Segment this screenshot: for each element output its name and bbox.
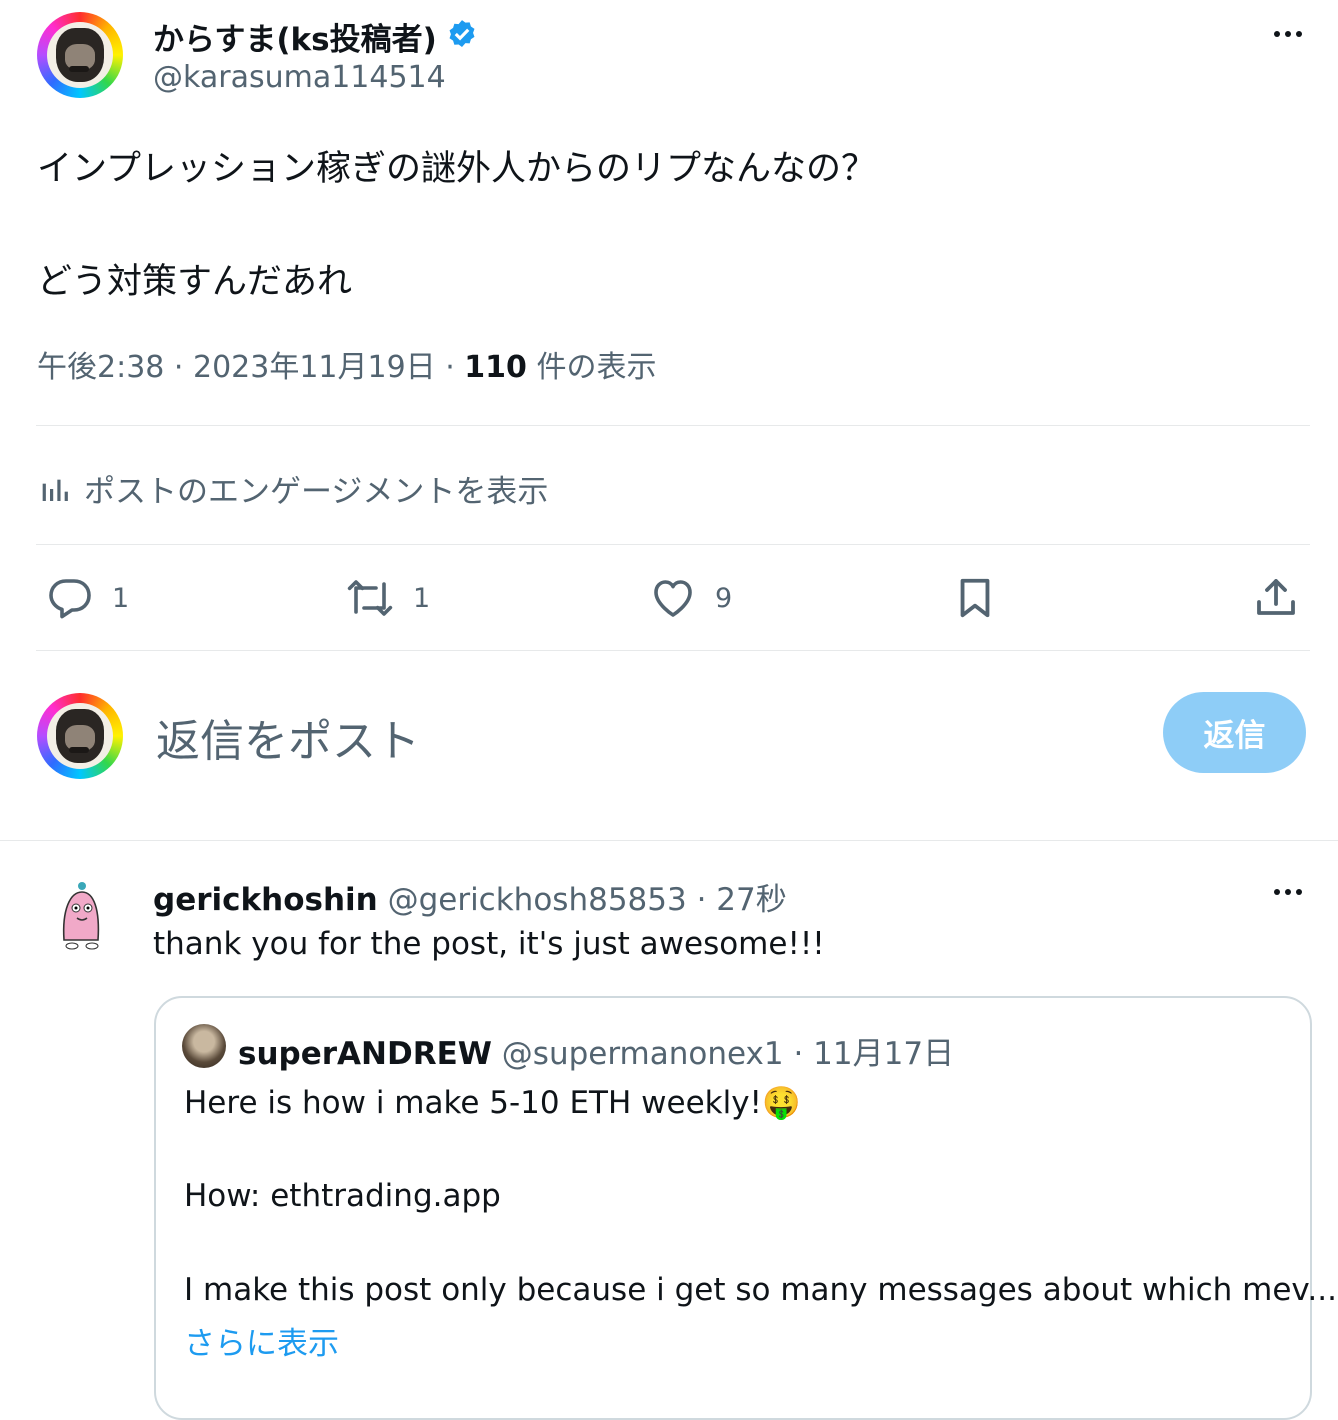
quote-author-avatar [182, 1024, 226, 1068]
engagement-link[interactable]: ポストのエンゲージメントを表示 [40, 466, 548, 511]
views-count: 110 [464, 350, 527, 385]
separator: · [783, 1036, 814, 1072]
reply-author-avatar[interactable] [48, 880, 114, 954]
face-icon [56, 28, 104, 82]
tweet-text-line2: どう対策すんだあれ [37, 262, 353, 302]
quoted-tweet-card[interactable]: superANDREW @supermanonex1 · 11月17日 Here… [154, 996, 1337, 1420]
divider [36, 544, 1310, 545]
author-name[interactable]: からすま(ks投稿者) [153, 14, 437, 59]
quote-timestamp: 11月17日 [813, 1036, 955, 1072]
author-name-row: からすま(ks投稿者) [153, 14, 479, 59]
verified-badge-icon [445, 18, 479, 56]
reply-submit-button[interactable]: 返信 [1163, 692, 1306, 773]
quote-text-line1: Here is how i make 5-10 ETH weekly!🤑 [184, 1084, 801, 1121]
share-icon [1257, 579, 1295, 615]
reply-author-name[interactable]: gerickhoshin [153, 882, 378, 918]
engagement-label: ポストのエンゲージメントを表示 [84, 474, 549, 510]
tweet-text-line1: インプレッション稼ぎの謎外人からのリプなんなの？ [37, 149, 876, 189]
divider [36, 425, 1310, 426]
retweet-count: 1 [413, 582, 431, 614]
retweet-button[interactable]: 1 [345, 574, 430, 622]
show-more-link[interactable]: さらに表示 [184, 1318, 339, 1363]
retweet-icon [347, 580, 393, 616]
author-handle[interactable]: @karasuma114514 [153, 60, 446, 95]
share-button[interactable] [1252, 574, 1300, 622]
reply-input[interactable]: 返信をポスト [156, 705, 420, 769]
quote-text-line2: How: ethtrading.app [184, 1178, 501, 1214]
separator: · [686, 882, 717, 918]
divider [0, 840, 1338, 841]
heart-icon [654, 580, 692, 617]
reply-timestamp[interactable]: 27秒 [716, 882, 786, 918]
composer-avatar[interactable] [37, 693, 123, 779]
reply-icon [49, 579, 91, 619]
reply-count: 1 [112, 582, 130, 614]
quote-author-name: superANDREW [238, 1036, 492, 1072]
reply-button[interactable]: 1 [46, 574, 129, 622]
quote-header: superANDREW @supermanonex1 · 11月17日 [238, 1028, 954, 1073]
analytics-icon [42, 479, 68, 501]
quote-line1-text: Here is how i make 5-10 ETH weekly! [184, 1085, 762, 1121]
tweet-meta: 午後2:38 · 2023年11月19日 · 110 件の表示 [37, 342, 656, 386]
reply-author-handle[interactable]: @gerickhosh85853 [388, 882, 687, 918]
money-face-icon: 🤑 [761, 1085, 801, 1121]
like-button[interactable]: 9 [649, 574, 732, 622]
views-label: 件の表示 [526, 350, 657, 385]
reply-text: thank you for the post, it's just awesom… [153, 926, 825, 962]
more-options-icon[interactable] [1274, 31, 1302, 37]
bookmark-icon [960, 578, 990, 618]
tweet-timestamp[interactable]: 午後2:38 · 2023年11月19日 · [37, 350, 464, 385]
reply-more-options-icon[interactable] [1274, 889, 1302, 895]
quote-author-handle: @supermanonex1 [501, 1036, 784, 1072]
face-icon [56, 709, 104, 763]
like-count: 9 [715, 582, 733, 614]
divider [36, 650, 1310, 651]
author-avatar[interactable] [37, 12, 123, 98]
bookmark-button[interactable] [952, 574, 998, 622]
reply-header: gerickhoshin @gerickhosh85853 · 27秒 [153, 874, 787, 919]
quote-text-line3: I make this post only because i get so m… [184, 1272, 1337, 1308]
pink-monster-icon [62, 882, 100, 950]
